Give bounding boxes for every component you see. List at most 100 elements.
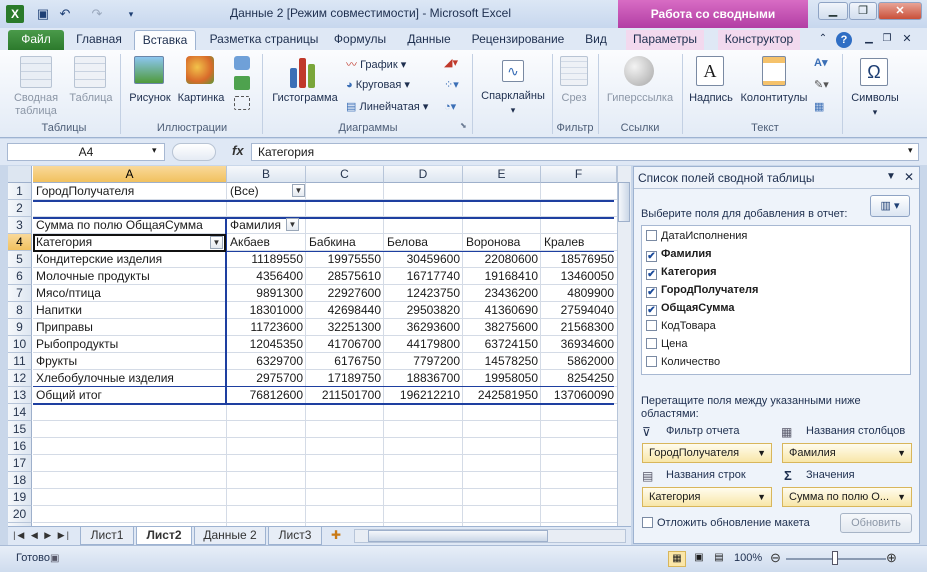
- pivot-value-cell[interactable]: 44179800: [384, 336, 463, 353]
- wb-close-icon[interactable]: ✕: [900, 30, 914, 50]
- pivot-value-cell[interactable]: 6176750: [306, 353, 384, 370]
- picture-button[interactable]: Рисунок: [126, 92, 174, 105]
- vertical-scroll-thumb[interactable]: [618, 182, 630, 222]
- pivot-value-cell[interactable]: 12045350: [227, 336, 306, 353]
- dialog-launcher-icon[interactable]: ⬊: [460, 121, 467, 130]
- pivot-value-cell[interactable]: 32251300: [306, 319, 384, 336]
- minimize-button[interactable]: ▁: [818, 2, 848, 20]
- area-chart-icon[interactable]: ◢▾: [444, 56, 458, 69]
- smartart-icon[interactable]: [234, 76, 250, 90]
- row-header-2[interactable]: 2: [8, 200, 32, 217]
- sparklines-dropdown-icon[interactable]: ▾: [476, 104, 550, 117]
- histogram-button[interactable]: Гистограмма: [268, 92, 342, 105]
- checkbox-icon[interactable]: [646, 230, 657, 241]
- name-box-dropdown-icon[interactable]: ▾: [152, 145, 157, 156]
- pivot-value-cell[interactable]: 36293600: [384, 319, 463, 336]
- row-header-7[interactable]: 7: [8, 285, 32, 302]
- column-header-c[interactable]: C: [306, 166, 384, 183]
- screenshot-icon[interactable]: [234, 96, 250, 110]
- pivot-value-cell[interactable]: 63724150: [463, 336, 541, 353]
- symbols-dropdown-icon[interactable]: ▾: [848, 106, 902, 119]
- pivot-filter-field-cell[interactable]: ГородПолучателя: [33, 183, 227, 200]
- column-header-d[interactable]: D: [384, 166, 463, 183]
- symbols-button[interactable]: Символы: [848, 92, 902, 105]
- zoom-slider-thumb[interactable]: [832, 551, 838, 565]
- pivot-value-cell[interactable]: 41360690: [463, 302, 541, 319]
- expand-formula-icon[interactable]: ▾: [908, 145, 913, 156]
- insert-function-icon[interactable]: fx: [232, 143, 244, 158]
- row-header-12[interactable]: 12: [8, 370, 32, 387]
- formula-input[interactable]: Категория: [251, 143, 919, 161]
- pivot-value-cell[interactable]: 14578250: [463, 353, 541, 370]
- columns-dropdown-icon[interactable]: ▼: [286, 218, 299, 231]
- pivot-value-cell[interactable]: 41706700: [306, 336, 384, 353]
- object-icon[interactable]: ▦: [814, 100, 824, 113]
- pivot-value-cell[interactable]: 8254250: [541, 370, 617, 387]
- wb-minimize-icon[interactable]: ▁: [862, 30, 876, 50]
- pivot-value-cell[interactable]: 13460050: [541, 268, 617, 285]
- formula-bar-resize-handle[interactable]: [172, 143, 216, 161]
- pivot-value-cell[interactable]: 9891300: [227, 285, 306, 302]
- pivot-total-value-cell[interactable]: 211501700: [306, 387, 384, 404]
- pivot-column-name-cell[interactable]: Акбаев: [227, 234, 306, 251]
- signature-line-icon[interactable]: ✎▾: [814, 78, 829, 91]
- checkbox-icon[interactable]: [646, 356, 657, 367]
- minimize-ribbon-icon[interactable]: ⌃: [816, 30, 830, 50]
- column-header-f[interactable]: F: [541, 166, 617, 183]
- wordart-icon[interactable]: A▾: [814, 56, 827, 69]
- row-header-11[interactable]: 11: [8, 353, 32, 370]
- sheet-tab[interactable]: Данные 2: [194, 527, 266, 545]
- tab-data[interactable]: Данные: [400, 30, 458, 50]
- header-footer-button[interactable]: Колонтитулы: [736, 92, 812, 105]
- checkbox-checked-icon[interactable]: ✔: [646, 305, 657, 316]
- field-item[interactable]: Количество: [646, 354, 720, 372]
- row-header-20[interactable]: 20: [8, 506, 32, 523]
- pivot-value-cell[interactable]: 23436200: [463, 285, 541, 302]
- tab-file[interactable]: Файл: [8, 30, 64, 50]
- row-header-6[interactable]: 6: [8, 268, 32, 285]
- column-header-a[interactable]: A: [33, 166, 227, 183]
- pivot-value-cell[interactable]: 22927600: [306, 285, 384, 302]
- tab-review[interactable]: Рецензирование: [466, 30, 570, 50]
- zoom-in-icon[interactable]: ⊕: [886, 550, 897, 566]
- field-item[interactable]: ДатаИсполнения: [646, 228, 747, 246]
- scatter-chart-icon[interactable]: ⁘▾: [444, 78, 459, 91]
- pivot-table-button[interactable]: Сводная таблица: [8, 92, 64, 118]
- row-header-13[interactable]: 13: [8, 387, 32, 404]
- insert-sheet-icon[interactable]: ✚: [324, 527, 348, 545]
- pie-chart-button[interactable]: ◕ Круговая ▾: [346, 78, 410, 91]
- update-button[interactable]: Обновить: [840, 513, 912, 533]
- slicer-button[interactable]: Срез: [556, 92, 592, 105]
- checkbox-checked-icon[interactable]: ✔: [646, 287, 657, 298]
- pivot-data-label-cell[interactable]: Сумма по полю ОбщаяСумма: [33, 217, 227, 234]
- column-area-item[interactable]: Фамилия ▼: [782, 443, 912, 463]
- pivot-value-cell[interactable]: 22080600: [463, 251, 541, 268]
- checkbox-checked-icon[interactable]: ✔: [646, 269, 657, 280]
- pivot-value-cell[interactable]: 12423750: [384, 285, 463, 302]
- column-header-e[interactable]: E: [463, 166, 541, 183]
- field-item[interactable]: Цена: [646, 336, 687, 354]
- pivot-value-cell[interactable]: 29503820: [384, 302, 463, 319]
- layout-options-button[interactable]: ▥ ▾: [870, 195, 910, 217]
- macro-record-icon[interactable]: ▣: [50, 553, 59, 564]
- pivot-value-cell[interactable]: 4356400: [227, 268, 306, 285]
- horizontal-scroll-thumb[interactable]: [368, 530, 548, 542]
- row-header-5[interactable]: 5: [8, 251, 32, 268]
- field-item[interactable]: КодТовара: [646, 318, 716, 336]
- pivot-value-cell[interactable]: 18576950: [541, 251, 617, 268]
- sheet-tab[interactable]: Лист3: [268, 527, 322, 545]
- close-button[interactable]: ✕: [878, 2, 922, 20]
- tab-home[interactable]: Главная: [70, 30, 128, 50]
- pivot-value-cell[interactable]: 18836700: [384, 370, 463, 387]
- select-all-corner[interactable]: [8, 166, 32, 183]
- pivot-value-cell[interactable]: 42698440: [306, 302, 384, 319]
- pivot-value-cell[interactable]: 5862000: [541, 353, 617, 370]
- wb-restore-icon[interactable]: ❐: [880, 30, 894, 50]
- pivot-value-cell[interactable]: 36934600: [541, 336, 617, 353]
- pivot-total-value-cell[interactable]: 242581950: [463, 387, 541, 404]
- column-header-b[interactable]: B: [227, 166, 306, 183]
- name-box[interactable]: A4: [7, 143, 165, 161]
- tab-pivot-options[interactable]: Параметры: [626, 30, 704, 50]
- help-icon[interactable]: ?: [836, 32, 852, 48]
- filter-dropdown-icon[interactable]: ▼: [292, 184, 305, 197]
